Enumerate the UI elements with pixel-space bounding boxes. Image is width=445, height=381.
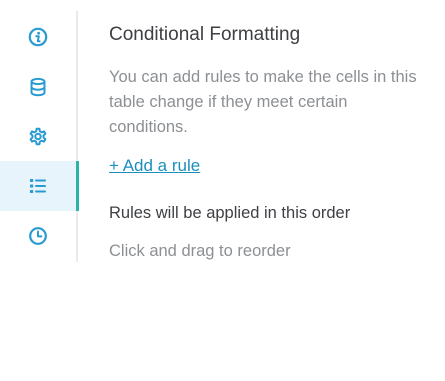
panel-title: Conditional Formatting bbox=[109, 24, 301, 45]
sidebar-item-history[interactable] bbox=[0, 211, 78, 261]
clock-icon bbox=[28, 226, 48, 246]
add-rule-link[interactable]: + Add a rule bbox=[109, 156, 200, 176]
sidebar-item-info[interactable] bbox=[0, 12, 78, 62]
panel-description: You can add rules to make the cells in t… bbox=[109, 68, 417, 136]
list-icon bbox=[28, 176, 48, 196]
gear-icon bbox=[28, 127, 48, 147]
info-icon bbox=[28, 27, 48, 47]
sidebar-item-conditional-formatting[interactable] bbox=[0, 161, 79, 211]
drag-reorder-hint: Click and drag to reorder bbox=[109, 242, 291, 260]
database-icon bbox=[28, 77, 48, 97]
sidebar-item-settings[interactable] bbox=[0, 112, 78, 162]
rules-order-heading: Rules will be applied in this order bbox=[109, 204, 351, 222]
sidebar-item-data[interactable] bbox=[0, 62, 78, 112]
sidebar-nav bbox=[0, 11, 79, 262]
